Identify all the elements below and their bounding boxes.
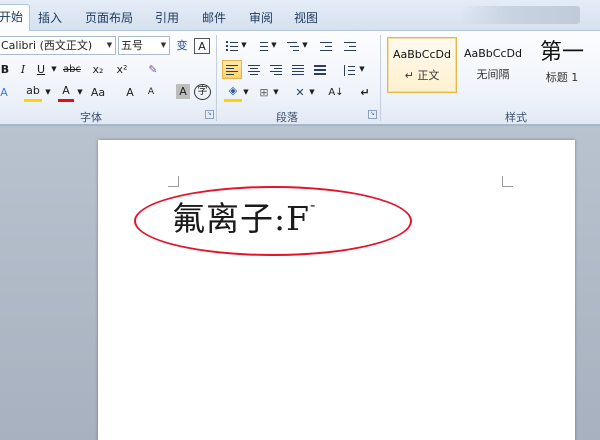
group-divider bbox=[216, 35, 217, 121]
crop-mark-top-right bbox=[502, 176, 513, 187]
italic-button[interactable]: I bbox=[16, 60, 30, 79]
shrink-font-button[interactable]: A bbox=[144, 83, 158, 102]
tab-home[interactable]: 开始 bbox=[0, 4, 31, 32]
numbering-button[interactable] bbox=[254, 36, 270, 55]
borders-icon[interactable]: ⊞ bbox=[256, 83, 272, 102]
align-right-button[interactable] bbox=[268, 60, 284, 79]
line-spacing-button[interactable] bbox=[340, 60, 358, 79]
tab-insert[interactable]: 插入 bbox=[38, 7, 62, 31]
blurred-region bbox=[460, 6, 580, 24]
superscript-button[interactable]: x² bbox=[112, 60, 132, 79]
justify-button[interactable] bbox=[290, 60, 306, 79]
char-shading-button[interactable]: A bbox=[176, 84, 190, 99]
chevron-down-icon[interactable]: ▼ bbox=[44, 83, 52, 102]
chevron-down-icon[interactable]: ▼ bbox=[76, 83, 84, 102]
chevron-down-icon[interactable]: ▼ bbox=[358, 60, 366, 79]
chevron-down-icon[interactable]: ▼ bbox=[104, 37, 115, 54]
highlight-button[interactable]: ab bbox=[24, 83, 42, 102]
tab-view[interactable]: 视图 bbox=[294, 7, 318, 31]
align-center-button[interactable] bbox=[246, 60, 262, 79]
red-ellipse-annotation bbox=[134, 186, 412, 256]
align-right-icon bbox=[270, 64, 282, 76]
decrease-indent-icon bbox=[320, 41, 332, 52]
tab-mailings[interactable]: 邮件 bbox=[202, 7, 226, 31]
chevron-down-icon[interactable]: ▼ bbox=[242, 83, 250, 102]
chevron-down-icon[interactable]: ▼ bbox=[308, 83, 316, 102]
style-name: 无间隔 bbox=[476, 68, 510, 81]
document-workspace: 氟离子:F- bbox=[0, 126, 600, 440]
style-heading-1[interactable]: 第一 标题 1 bbox=[530, 37, 594, 93]
distribute-icon bbox=[314, 64, 326, 76]
tab-references[interactable]: 引用 bbox=[155, 7, 179, 31]
line-spacing-icon bbox=[343, 64, 355, 76]
sort-button[interactable]: A↓ bbox=[326, 83, 346, 102]
underline-button[interactable]: U bbox=[34, 60, 48, 79]
text-effect-button[interactable]: A bbox=[0, 83, 10, 102]
enclose-char-button[interactable]: 字 bbox=[194, 84, 211, 100]
align-left-icon bbox=[226, 64, 238, 76]
style-name: ↵ 正文 bbox=[404, 69, 440, 82]
align-left-button[interactable] bbox=[222, 60, 242, 79]
chevron-down-icon[interactable]: ▼ bbox=[301, 36, 309, 55]
chevron-down-icon[interactable]: ▼ bbox=[272, 83, 280, 102]
font-name-combo[interactable]: Calibri (西文正文) ▼ bbox=[0, 36, 116, 55]
strikethrough-button[interactable]: abc bbox=[60, 60, 84, 79]
char-border-button[interactable]: A bbox=[194, 38, 210, 54]
show-marks-button[interactable]: ↵ bbox=[358, 83, 372, 102]
font-size-combo[interactable]: 五号 ▼ bbox=[118, 36, 170, 55]
style-sample: AaBbCcDd bbox=[464, 47, 522, 60]
chevron-down-icon[interactable]: ▼ bbox=[50, 60, 58, 79]
font-name-value: Calibri (西文正文) bbox=[1, 39, 93, 52]
distribute-button[interactable] bbox=[312, 60, 328, 79]
bold-button[interactable]: B bbox=[0, 60, 12, 79]
align-center-icon bbox=[248, 64, 260, 76]
ribbon-tab-bar: 开始 插入 页面布局 引用 邮件 审阅 视图 bbox=[0, 0, 600, 32]
chevron-down-icon[interactable]: ▼ bbox=[240, 36, 248, 55]
tab-page-layout[interactable]: 页面布局 bbox=[85, 7, 133, 31]
paragraph-group-label: 段落 bbox=[276, 111, 298, 124]
chinese-layout-icon[interactable]: ✕ bbox=[292, 83, 308, 102]
group-divider bbox=[380, 35, 381, 121]
style-sample: 第一 bbox=[539, 40, 584, 65]
tab-review[interactable]: 审阅 bbox=[249, 7, 273, 31]
clear-format-icon[interactable]: ✎ bbox=[144, 60, 162, 79]
multilevel-list-icon bbox=[287, 41, 299, 52]
change-case-button[interactable]: Aa bbox=[88, 83, 108, 102]
bullet-list-icon bbox=[226, 40, 238, 52]
chevron-down-icon[interactable]: ▼ bbox=[158, 37, 169, 54]
styles-group-label: 样式 bbox=[505, 111, 527, 124]
grow-font-button[interactable]: A bbox=[122, 83, 138, 102]
style-no-spacing[interactable]: AaBbCcDd 无间隔 bbox=[460, 37, 526, 93]
font-color-button[interactable]: A bbox=[58, 83, 74, 102]
increase-indent-icon bbox=[344, 41, 356, 52]
ribbon: Calibri (西文正文) ▼ 五号 ▼ 变 A B I U ▼ abc x₂… bbox=[0, 31, 600, 125]
paragraph-dialog-launcher-icon[interactable]: ↘ bbox=[368, 110, 377, 119]
font-size-value: 五号 bbox=[121, 39, 143, 52]
style-sample: AaBbCcDd bbox=[393, 48, 451, 61]
chevron-down-icon[interactable]: ▼ bbox=[270, 36, 278, 55]
multilevel-list-button[interactable] bbox=[285, 36, 301, 55]
decrease-indent-button[interactable] bbox=[318, 36, 334, 55]
shading-icon[interactable]: ◈ bbox=[224, 83, 242, 102]
subscript-button[interactable]: x₂ bbox=[88, 60, 108, 79]
document-page[interactable]: 氟离子:F- bbox=[98, 140, 575, 440]
font-group-label: 字体 bbox=[80, 111, 102, 124]
font-dialog-launcher-icon[interactable]: ↘ bbox=[205, 110, 214, 119]
increase-indent-button[interactable] bbox=[342, 36, 358, 55]
phonetic-guide-button[interactable]: 变 bbox=[173, 36, 191, 55]
justify-icon bbox=[292, 64, 304, 76]
numbered-list-icon bbox=[256, 41, 268, 52]
crop-mark-top-left bbox=[168, 176, 179, 187]
style-normal[interactable]: AaBbCcDd ↵ 正文 bbox=[387, 37, 457, 93]
bullets-button[interactable] bbox=[224, 36, 240, 55]
style-name: 标题 1 bbox=[545, 71, 579, 84]
